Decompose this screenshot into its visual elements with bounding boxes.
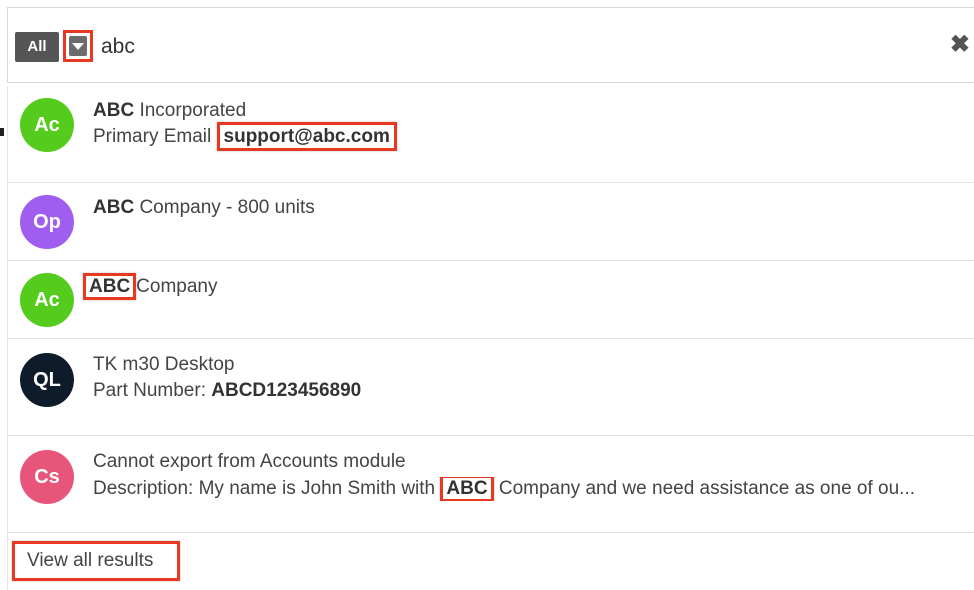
result-title: ABC Incorporated <box>93 99 246 123</box>
match-highlight: ABCD123456890 <box>211 380 362 401</box>
result-title: ABC Company - 800 units <box>93 196 315 220</box>
list-item[interactable]: Cs Cannot export from Accounts module De… <box>8 436 974 533</box>
subtitle-label: Primary Email <box>93 126 217 147</box>
match-highlight-boxed: ABC <box>83 273 137 300</box>
result-subtitle: Part Number: ABCD123456890 <box>93 379 361 403</box>
view-all-results-link[interactable]: View all results <box>12 541 180 581</box>
avatar: Ac <box>20 273 74 327</box>
match-highlight: ABC <box>93 197 135 218</box>
module-dropdown-button[interactable] <box>63 30 93 62</box>
avatar: QL <box>20 353 74 407</box>
avatar: Op <box>20 195 74 249</box>
search-results-dropdown: Ac ABC Incorporated Primary Email suppor… <box>7 86 974 590</box>
match-highlight-boxed: ABC <box>440 477 494 501</box>
match-highlight-email: support@abc.com <box>216 122 397 151</box>
search-input[interactable]: abc <box>101 32 135 62</box>
list-item[interactable]: QL TK m30 Desktop Part Number: ABCD12345… <box>8 339 974 436</box>
module-scope-button[interactable]: All <box>15 32 59 62</box>
global-search-bar: All abc ✖ <box>7 7 974 83</box>
subtitle-rest: Company and we need assistance as one of… <box>493 478 916 499</box>
close-icon[interactable]: ✖ <box>950 30 970 60</box>
result-title: ABC Company <box>83 273 218 300</box>
subtitle-label: Part Number: <box>93 380 212 401</box>
result-subtitle: Primary Email support@abc.com <box>93 122 397 151</box>
chevron-down-icon <box>69 36 87 56</box>
result-title-text: Incorporated <box>134 100 247 121</box>
background-fragment <box>0 128 4 136</box>
result-subtitle: Description: My name is John Smith with … <box>93 477 973 501</box>
result-title: TK m30 Desktop <box>93 354 235 375</box>
list-item[interactable]: Op ABC Company - 800 units <box>8 183 974 261</box>
result-title-text: Company <box>136 276 218 297</box>
avatar: Cs <box>20 450 74 504</box>
result-title: Cannot export from Accounts module <box>93 451 406 472</box>
avatar: Ac <box>20 98 74 152</box>
match-highlight: ABC <box>93 100 135 121</box>
list-item[interactable]: Ac ABC Incorporated Primary Email suppor… <box>8 86 974 183</box>
result-title-text: Company - 800 units <box>134 197 315 218</box>
subtitle-label: Description: My name is John Smith with <box>93 478 441 499</box>
list-item[interactable]: Ac ABC Company <box>8 261 974 339</box>
